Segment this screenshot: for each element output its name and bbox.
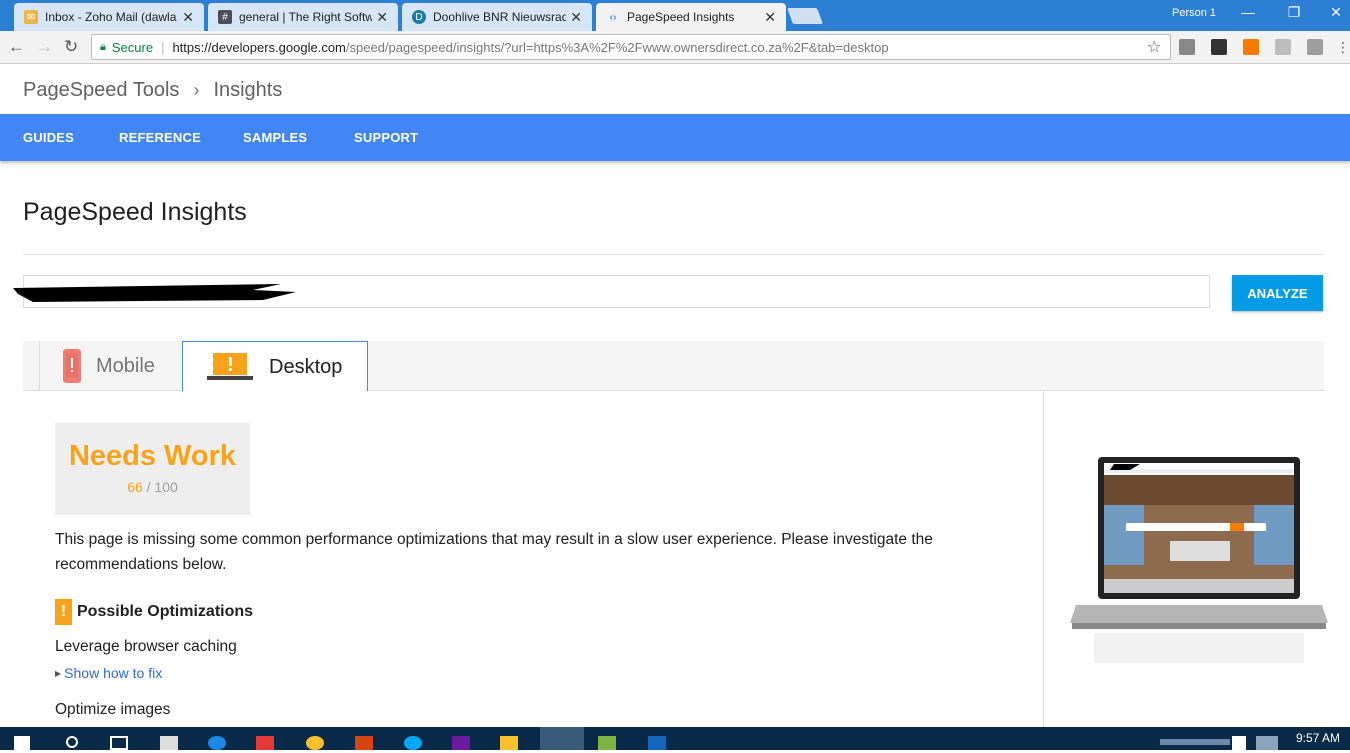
url-path: /speed/pagespeed/insights/?url=https%3A%…	[345, 39, 889, 55]
notification-icon[interactable]	[1232, 736, 1246, 750]
analyze-button[interactable]: ANALYZE	[1232, 275, 1323, 311]
browser-tab-doohlive[interactable]: D Doohlive BNR Nieuwsrad ✕	[402, 3, 592, 31]
back-arrow-icon[interactable]: ←	[8, 37, 25, 57]
tray-arrow-icon[interactable]	[1140, 739, 1150, 753]
keyboard-icon[interactable]	[1256, 736, 1278, 750]
bookmark-star-icon[interactable]: ☆	[1147, 37, 1161, 57]
tab-title: Inbox - Zoho Mail (dawla	[45, 10, 177, 24]
reload-icon[interactable]: ↻	[64, 37, 78, 57]
section-title: Possible Optimizations	[77, 603, 254, 620]
close-window-icon[interactable]: ✕	[1326, 4, 1346, 21]
close-tab-icon[interactable]: ✕	[376, 9, 388, 26]
rule-leverage-caching: Leverage browser caching	[55, 638, 237, 655]
camera-extension-icon[interactable]	[1179, 39, 1195, 55]
score-value: 66	[127, 479, 143, 495]
browser-tab-slack[interactable]: # general | The Right Softw ✕	[208, 3, 398, 31]
tab-desktop-label: Desktop	[269, 355, 343, 378]
page-title: PageSpeed Insights	[23, 198, 247, 226]
tab-mobile-label: Mobile	[96, 354, 155, 377]
show-how-to-fix-link[interactable]: ▶ Show how to fix	[55, 665, 162, 681]
browser-titlebar: ✉ Inbox - Zoho Mail (dawla ✕ # general |…	[0, 0, 1350, 31]
nav-support[interactable]: SUPPORT	[354, 130, 418, 145]
filezilla-icon[interactable]	[256, 736, 274, 750]
nav-reference[interactable]: REFERENCE	[119, 130, 201, 145]
chart-extension-icon[interactable]	[1243, 39, 1259, 55]
lock-icon: 🔒︎	[100, 40, 106, 53]
triangle-right-icon: ▶	[55, 669, 62, 678]
score-label: Needs Work	[68, 440, 237, 472]
store-icon[interactable]	[160, 736, 178, 750]
extension-icon[interactable]	[1307, 39, 1323, 55]
tab-title: Doohlive BNR Nieuwsrad	[433, 10, 567, 24]
chevron-right-icon: ›	[193, 80, 200, 100]
laptop-warning-icon	[207, 353, 253, 380]
site-nav-bar: GUIDES REFERENCE SAMPLES SUPPORT	[0, 114, 1350, 161]
skype-icon[interactable]	[404, 736, 422, 750]
breadcrumb: PageSpeed Tools › Insights	[23, 79, 282, 102]
browser-tab-zoho[interactable]: ✉ Inbox - Zoho Mail (dawla ✕	[14, 3, 204, 31]
chrome-active-icon[interactable]	[540, 727, 584, 750]
desktop-screenshot-preview	[1070, 457, 1328, 663]
warning-icon: !	[55, 599, 72, 625]
browser-tab-pagespeed[interactable]: ‹› PageSpeed Insights ✕	[596, 3, 786, 31]
browser-toolbar: ← → ↻ 🔒︎ Secure | https://developers.goo…	[0, 31, 1350, 64]
nav-samples[interactable]: SAMPLES	[243, 130, 307, 145]
hash-icon: #	[218, 10, 232, 24]
device-tabs: Mobile Desktop	[23, 341, 1324, 392]
profile-name[interactable]: Person 1	[1172, 7, 1216, 19]
code-brackets-icon: ‹›	[609, 11, 617, 23]
secure-label: Secure	[111, 39, 154, 55]
chrome-menu-icon[interactable]: ⋮	[1336, 39, 1350, 55]
breadcrumb-pagespeed-tools[interactable]: PageSpeed Tools	[23, 79, 179, 102]
system-tray-icons[interactable]	[1160, 739, 1230, 745]
tab-title: general | The Right Softw	[239, 10, 373, 24]
score-box: Needs Work 66 / 100	[55, 423, 250, 515]
taskbar-clock[interactable]: 9:57 AM	[1296, 731, 1340, 745]
mail-icon: ✉	[24, 10, 38, 24]
tab-mobile[interactable]: Mobile	[39, 341, 182, 391]
show-fix-label[interactable]: Show how to fix	[64, 665, 162, 681]
rule-optimize-images: Optimize images	[55, 701, 171, 718]
minimize-icon[interactable]: —	[1238, 4, 1258, 20]
task-view-icon[interactable]	[110, 736, 128, 750]
tab-title: PageSpeed Insights	[627, 10, 735, 24]
forward-arrow-icon[interactable]: →	[36, 37, 53, 57]
windows-start-icon[interactable]	[14, 736, 30, 750]
sidebar-divider	[1043, 391, 1044, 731]
chrome-icon[interactable]	[306, 736, 324, 750]
phpstorm-icon[interactable]	[452, 736, 470, 750]
doohlive-icon: D	[412, 10, 426, 24]
edge-icon[interactable]	[208, 736, 226, 750]
close-tab-icon[interactable]: ✕	[182, 9, 194, 26]
film-extension-icon[interactable]	[1211, 39, 1227, 55]
nav-guides[interactable]: GUIDES	[23, 130, 74, 145]
score-max: / 100	[146, 479, 178, 495]
url-host: https://developers.google.com	[172, 39, 346, 55]
shield-extension-icon[interactable]	[1275, 39, 1291, 55]
search-icon[interactable]	[66, 736, 78, 748]
restore-icon[interactable]: ❐	[1284, 4, 1304, 21]
close-tab-icon[interactable]: ✕	[570, 9, 582, 26]
app-icon[interactable]	[598, 736, 616, 750]
app-icon[interactable]	[355, 736, 373, 750]
app-icon[interactable]	[648, 736, 666, 750]
file-explorer-icon[interactable]	[500, 736, 518, 750]
redaction-scribble	[13, 284, 296, 302]
windows-taskbar	[0, 727, 1350, 750]
score-number: 66 / 100	[55, 479, 250, 495]
new-tab-button[interactable]	[787, 8, 823, 24]
omnibox-divider: |	[161, 39, 165, 55]
breadcrumb-insights[interactable]: Insights	[213, 79, 282, 102]
tab-desktop[interactable]: Desktop	[182, 341, 368, 392]
divider	[23, 254, 1324, 255]
phone-warning-icon	[63, 349, 81, 383]
possible-optimizations-heading: ! Possible Optimizations	[55, 599, 253, 625]
address-bar[interactable]: 🔒︎ Secure | https://developers.google.co…	[91, 34, 1171, 60]
result-summary: This page is missing some common perform…	[55, 531, 933, 573]
close-tab-icon[interactable]: ✕	[764, 9, 776, 26]
